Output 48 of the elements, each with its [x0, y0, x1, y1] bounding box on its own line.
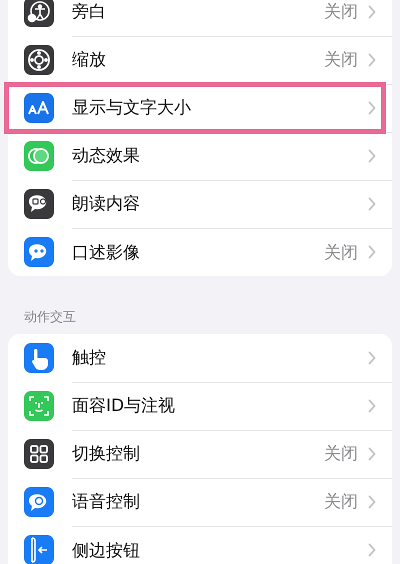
- chevron-icon: [368, 494, 376, 508]
- chevron-icon: [368, 4, 376, 18]
- chevron-icon: [368, 148, 376, 162]
- row-value: 关闭: [324, 443, 358, 465]
- chevron-icon: [368, 350, 376, 364]
- row-label: 朗读内容: [72, 193, 141, 215]
- settings-row[interactable]: 侧边按钮: [8, 526, 392, 564]
- settings-row[interactable]: 触控: [8, 334, 392, 382]
- row-label: 旁白: [72, 1, 107, 23]
- settings-row[interactable]: 朗读内容: [8, 180, 392, 228]
- section-header: 动作交互: [23, 309, 77, 327]
- settings-row[interactable]: 口述影像 关闭: [8, 228, 392, 276]
- target-icon: [24, 45, 54, 75]
- row-label: 侧边按钮: [72, 540, 141, 562]
- row-label: 切换控制: [72, 443, 141, 465]
- settings-row[interactable]: 面容ID与注视: [8, 382, 392, 430]
- settings-row[interactable]: 旁白 关闭: [8, 0, 392, 36]
- settings-row[interactable]: 语音控制 关闭: [8, 478, 392, 526]
- settings-row[interactable]: 缩放 关闭: [8, 36, 392, 84]
- row-label: 触控: [72, 347, 107, 369]
- chevron-icon: [368, 196, 376, 210]
- chevron-icon: [368, 245, 376, 259]
- hand-icon: [24, 343, 54, 373]
- row-label: 显示与文字大小: [72, 97, 192, 119]
- speech-bubble-icon: [24, 189, 54, 219]
- row-value: 关闭: [324, 242, 358, 264]
- text-size-icon: [24, 93, 54, 123]
- chevron-icon: [368, 52, 376, 66]
- row-value: 关闭: [324, 491, 358, 513]
- row-label: 面容ID与注视: [72, 395, 176, 417]
- chevron-icon: [368, 398, 376, 412]
- row-value: 关闭: [324, 1, 358, 23]
- speech-bubble-icon: [24, 237, 54, 267]
- face-scan-icon: [24, 391, 54, 421]
- row-label: 动态效果: [72, 145, 141, 167]
- grid-icon: [24, 439, 54, 469]
- chevron-icon: [368, 543, 376, 557]
- row-label: 缩放: [72, 49, 107, 71]
- settings-row[interactable]: 显示与文字大小: [8, 84, 392, 132]
- chevron-icon: [368, 100, 376, 114]
- row-value: 关闭: [324, 49, 358, 71]
- row-label: 口述影像: [72, 242, 141, 264]
- circles-icon: [24, 141, 54, 171]
- speech-bubble-icon: [24, 487, 54, 517]
- row-label: 语音控制: [72, 491, 141, 513]
- settings-row[interactable]: 动态效果: [8, 132, 392, 180]
- settings-row[interactable]: 切换控制 关闭: [8, 430, 392, 478]
- chevron-icon: [368, 446, 376, 460]
